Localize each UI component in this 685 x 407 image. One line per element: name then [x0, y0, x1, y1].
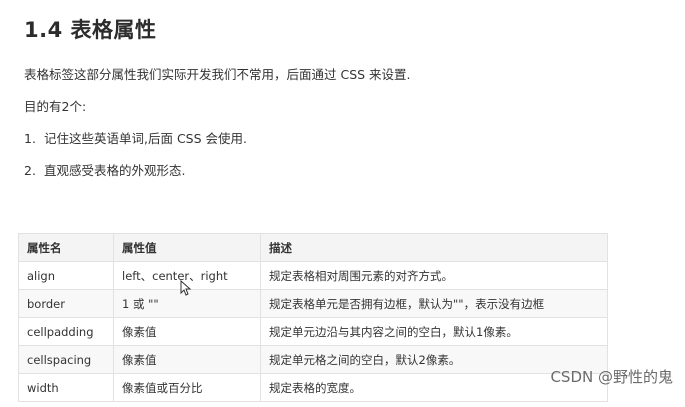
- header-attribute-value: 属性值: [113, 233, 261, 262]
- list-text: 直观感受表格的外观形态.: [44, 163, 186, 178]
- table-row: width 像素值或百分比 规定表格的宽度。: [18, 373, 608, 402]
- attributes-table: 属性名 属性值 描述 align left、center、right 规定表格相…: [18, 233, 608, 402]
- cell-description: 规定表格单元是否拥有边框，默认为""，表示没有边框: [260, 289, 608, 318]
- cell-description: 规定单元边沿与其内容之间的空白，默认1像素。: [260, 317, 608, 346]
- table-row: cellspacing 像素值 规定单元格之间的空白，默认2像素。: [18, 345, 608, 374]
- purpose-paragraph: 目的有2个:: [24, 99, 87, 114]
- list-item: 2. 直观感受表格的外观形态.: [24, 160, 247, 192]
- cell-attribute-name: cellspacing: [18, 345, 114, 374]
- header-description: 描述: [260, 233, 608, 262]
- cell-attribute-name: border: [18, 289, 114, 318]
- table-header-row: 属性名 属性值 描述: [18, 233, 608, 262]
- cell-description: 规定表格相对周围元素的对齐方式。: [260, 261, 608, 290]
- mouse-pointer-icon: [180, 280, 192, 296]
- list-item: 1. 记住这些英语单词,后面 CSS 会使用.: [24, 128, 247, 160]
- cell-attribute-name: width: [18, 373, 114, 402]
- table-row: cellpadding 像素值 规定单元边沿与其内容之间的空白，默认1像素。: [18, 317, 608, 346]
- header-attribute-name: 属性名: [18, 233, 114, 262]
- cell-attribute-name: cellpadding: [18, 317, 114, 346]
- cell-attribute-name: align: [18, 261, 114, 290]
- table-row: align left、center、right 规定表格相对周围元素的对齐方式。: [18, 261, 608, 290]
- table-row: border 1 或 "" 规定表格单元是否拥有边框，默认为""，表示没有边框: [18, 289, 608, 318]
- cell-attribute-value: 像素值或百分比: [113, 373, 261, 402]
- goals-list: 1. 记住这些英语单词,后面 CSS 会使用. 2. 直观感受表格的外观形态.: [24, 128, 247, 192]
- intro-paragraph: 表格标签这部分属性我们实际开发我们不常用，后面通过 CSS 来设置.: [24, 67, 411, 82]
- list-number: 1.: [24, 131, 36, 146]
- cell-attribute-value: 像素值: [113, 345, 261, 374]
- watermark: CSDN @野性的鬼: [550, 368, 673, 386]
- section-title: 1.4 表格属性: [24, 18, 157, 42]
- cell-attribute-value: 像素值: [113, 317, 261, 346]
- list-number: 2.: [24, 163, 36, 178]
- list-text: 记住这些英语单词,后面 CSS 会使用.: [44, 131, 247, 146]
